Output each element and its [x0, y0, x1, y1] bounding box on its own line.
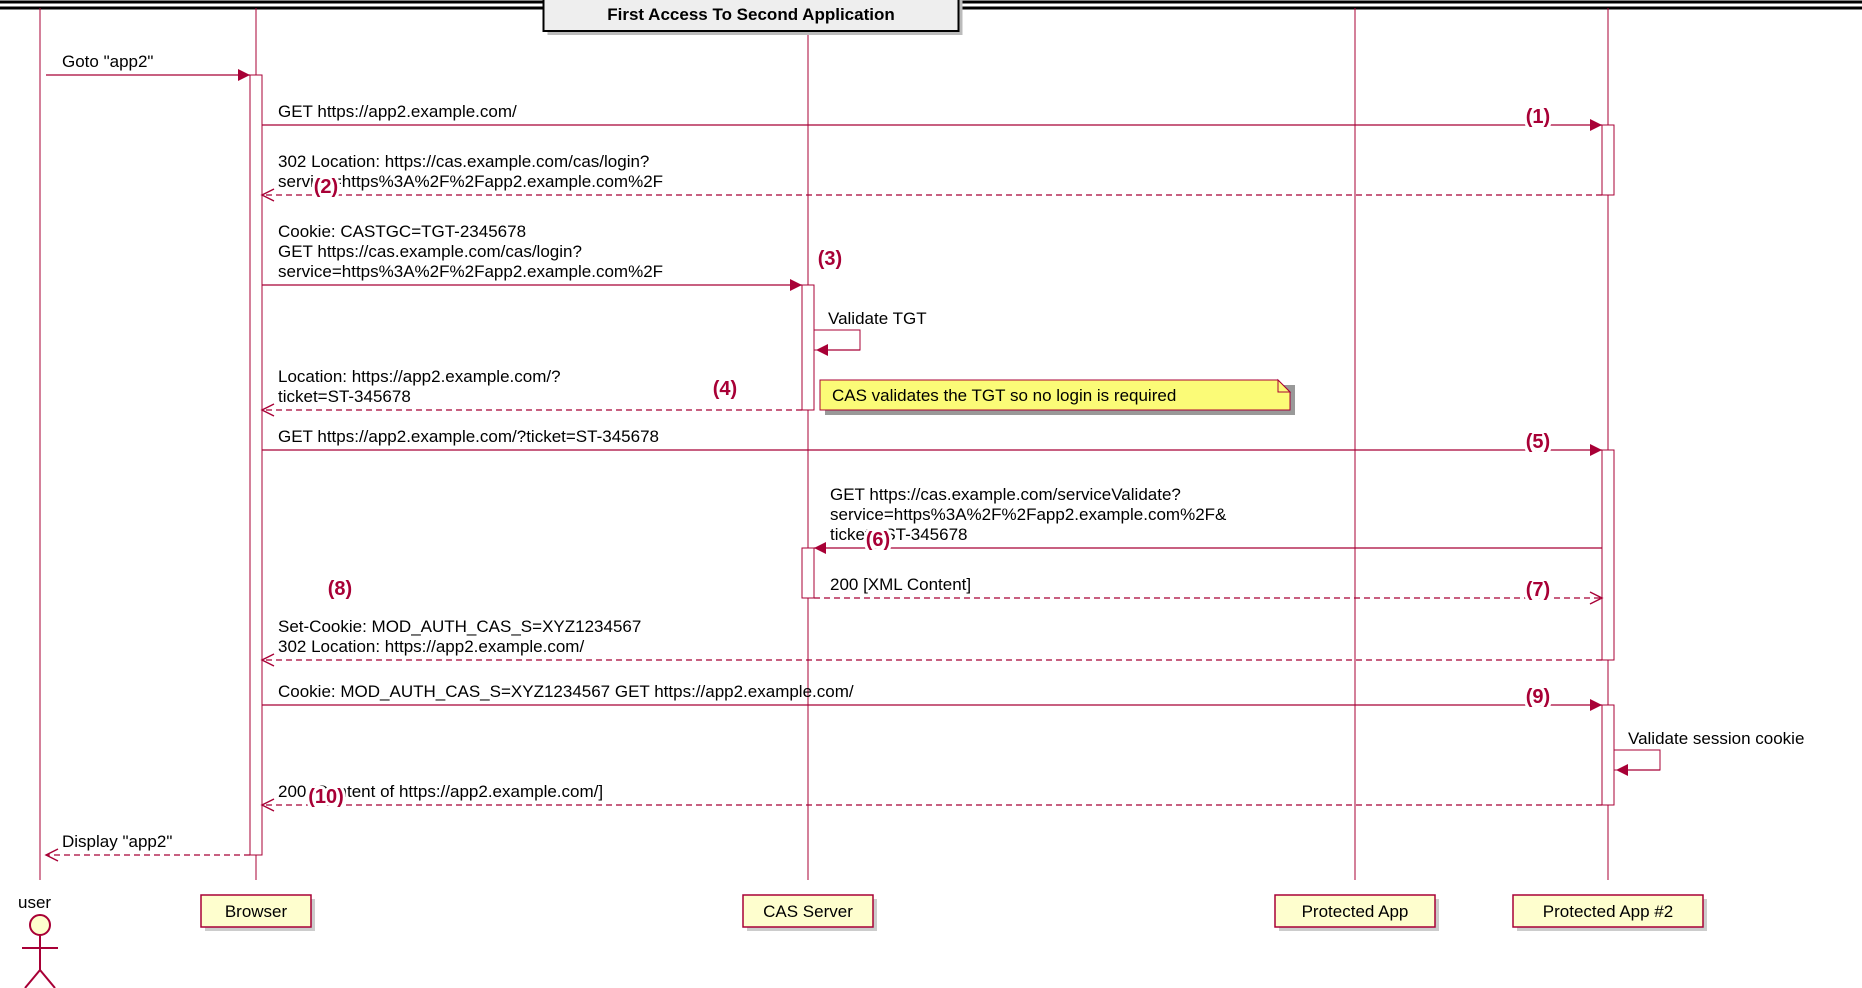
step-m_setcookie_302: (8): [328, 578, 352, 600]
msg-m_display-label: Display "app2": [62, 832, 172, 851]
activation-app2: [1602, 705, 1614, 805]
step-m_302_login: (2): [314, 176, 338, 198]
msg-m_ticket_loc-label: Location: https://app2.example.com/?tick…: [278, 367, 561, 406]
diagram-title: First Access To Second Application: [607, 5, 894, 24]
step-m_200_xml: (7): [1526, 579, 1550, 601]
step-m_get_app2_ticket: (5): [1526, 431, 1550, 453]
msg-m_200_xml-label: 200 [XML Content]: [830, 575, 971, 594]
step-m_cookie_get: (9): [1526, 686, 1550, 708]
msg-m_get_app2_ticket-label: GET https://app2.example.com/?ticket=ST-…: [278, 427, 659, 446]
activation-cas: [802, 285, 814, 410]
actor-user-head: [30, 915, 50, 935]
step-m_cookie_caslogin: (3): [818, 248, 842, 270]
step-m_svc_validate: (6): [866, 529, 890, 551]
msg-m_setcookie_302-label: Set-Cookie: MOD_AUTH_CAS_S=XYZ1234567302…: [278, 617, 641, 656]
lane-cas-label: CAS Server: [763, 902, 853, 921]
msg-m_cookie_caslogin-label: Cookie: CASTGC=TGT-2345678GET https://ca…: [278, 222, 663, 281]
activation-cas: [802, 548, 814, 598]
msg-m_get_app2-label: GET https://app2.example.com/: [278, 102, 517, 121]
activation-app2: [1602, 125, 1614, 195]
lane-browser-label: Browser: [225, 902, 288, 921]
note-tgt-validated-text: CAS validates the TGT so no login is req…: [832, 386, 1176, 405]
step-m_ticket_loc: (4): [713, 378, 737, 400]
msg-m_validate_tgt-label: Validate TGT: [828, 309, 927, 328]
msg-m_validate_sess-label: Validate session cookie: [1628, 729, 1804, 748]
step-m_get_app2: (1): [1526, 106, 1550, 128]
step-m_200_content: (10): [308, 786, 344, 808]
activation-app2: [1602, 450, 1614, 660]
msg-m_cookie_get-label: Cookie: MOD_AUTH_CAS_S=XYZ1234567 GET ht…: [278, 682, 854, 701]
activation-browser: [250, 75, 262, 855]
lane-app1-label: Protected App: [1302, 902, 1409, 921]
lane-user-label: user: [18, 893, 51, 912]
lane-app2-label: Protected App #2: [1543, 902, 1673, 921]
msg-m_user_goto-label: Goto "app2": [62, 52, 153, 71]
